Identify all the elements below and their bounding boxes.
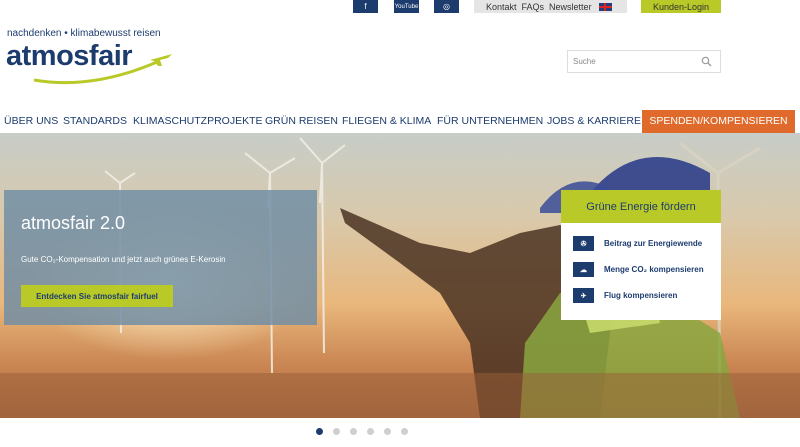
instagram-icon[interactable]: ◎: [434, 0, 459, 13]
main-navigation: ÜBER UNS STANDARDS KLIMASCHUTZPROJEKTE G…: [0, 110, 800, 133]
green-energy-title: Grüne Energie fördern: [561, 190, 721, 223]
promo-text: Gute CO₂-Kompensation und jetzt auch grü…: [21, 255, 226, 264]
airplane-icon: ✈: [573, 288, 594, 303]
carousel-pagination: [316, 428, 408, 435]
customer-login-button[interactable]: Kunden-Login: [641, 0, 721, 13]
nav-item-klimaschutzprojekte[interactable]: KLIMASCHUTZPROJEKTE: [133, 110, 263, 133]
carousel-dot[interactable]: [350, 428, 357, 435]
nav-item-fliegen-klima[interactable]: FLIEGEN & KLIMA: [342, 110, 431, 133]
donate-compensate-button[interactable]: SPENDEN/KOMPENSIEREN: [642, 110, 795, 133]
faq-link[interactable]: FAQs: [522, 2, 545, 12]
facebook-icon[interactable]: f: [353, 0, 378, 13]
box-item-label: Menge CO₂ kompensieren: [604, 265, 704, 274]
carousel-dot[interactable]: [333, 428, 340, 435]
discover-fairfuel-button[interactable]: Entdecken Sie atmosfair fairfuel: [21, 285, 173, 307]
green-energy-box: Grüne Energie fördern ✇ Beitrag zur Ener…: [561, 190, 721, 320]
search-input[interactable]: [573, 57, 693, 66]
co2-cloud-icon: ☁: [573, 262, 594, 277]
nav-item-gruen-reisen[interactable]: GRÜN REISEN: [265, 110, 338, 133]
wind-turbine-icon: ✇: [573, 236, 594, 251]
contact-link[interactable]: Kontakt: [486, 2, 517, 12]
brand-tagline: nachdenken • klimabewusst reisen: [7, 28, 161, 39]
carousel-dot[interactable]: [384, 428, 391, 435]
youtube-icon[interactable]: YouTube: [394, 0, 419, 13]
carousel-dot[interactable]: [316, 428, 323, 435]
nav-item-jobs-karriere[interactable]: JOBS & KARRIERE: [547, 110, 641, 133]
search-icon[interactable]: [701, 56, 712, 67]
compensate-co2-link[interactable]: ☁ Menge CO₂ kompensieren: [573, 262, 704, 277]
promo-panel: atmosfair 2.0 Gute CO₂-Kompensation und …: [4, 190, 317, 325]
carousel-dot[interactable]: [401, 428, 408, 435]
carousel-dot[interactable]: [367, 428, 374, 435]
nav-item-fuer-unternehmen[interactable]: FÜR UNTERNEHMEN: [437, 110, 543, 133]
search-box: [567, 50, 721, 73]
box-item-label: Beitrag zur Energiewende: [604, 239, 703, 248]
energy-transition-link[interactable]: ✇ Beitrag zur Energiewende: [573, 236, 702, 251]
english-flag-icon[interactable]: [598, 2, 612, 11]
nav-item-standards[interactable]: STANDARDS: [63, 110, 127, 133]
hero-slider: atmosfair 2.0 Gute CO₂-Kompensation und …: [0, 133, 800, 418]
nav-item-ueber-uns[interactable]: ÜBER UNS: [4, 110, 58, 133]
newsletter-link[interactable]: Newsletter: [549, 2, 592, 12]
logo-swoosh-icon: [33, 54, 172, 85]
compensate-flight-link[interactable]: ✈ Flug kompensieren: [573, 288, 677, 303]
utility-links: Kontakt FAQs Newsletter: [474, 0, 627, 13]
box-item-label: Flug kompensieren: [604, 291, 678, 300]
promo-title: atmosfair 2.0: [21, 213, 126, 233]
